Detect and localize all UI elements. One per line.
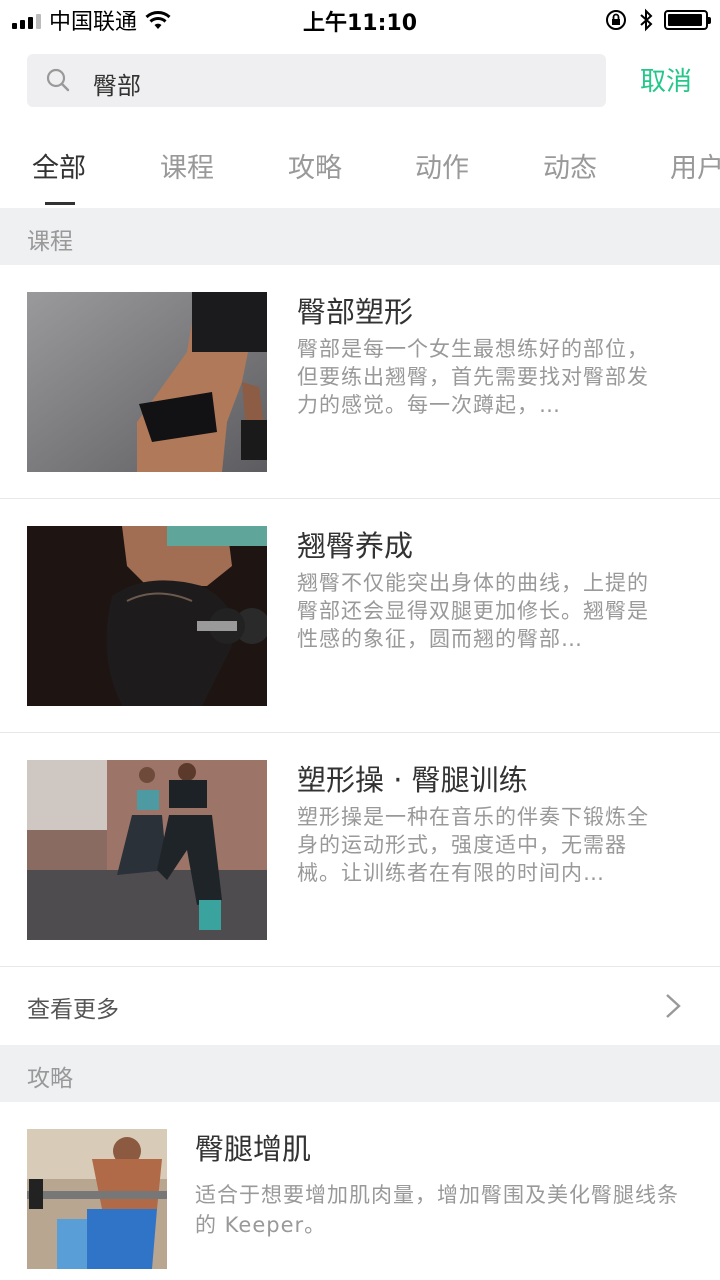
orientation-lock-icon <box>606 10 626 30</box>
view-more-courses[interactable]: 查看更多 <box>0 968 720 1044</box>
guide-title: 臀腿增肌 <box>195 1132 312 1166</box>
tab-active-indicator <box>45 202 75 205</box>
tab-guides[interactable]: 攻略 <box>288 146 342 185</box>
search-input[interactable]: 臀部 <box>27 54 606 107</box>
tab-users[interactable]: 用户 <box>670 146 720 185</box>
section-header-guides: 攻略 <box>0 1045 720 1102</box>
course-thumbnail <box>27 292 267 472</box>
course-item[interactable]: 臀部塑形 臀部是每一个女生最想练好的部位，但要练出翘臀，首先需要找对臀部发力的感… <box>0 265 720 499</box>
guide-thumbnail <box>27 1129 167 1269</box>
guide-item[interactable]: 臀腿增肌 适合于想要增加肌肉量，增加臀围及美化臀腿线条的 Keeper。 <box>0 1102 720 1280</box>
section-title: 课程 <box>27 229 73 255</box>
search-query-text: 臀部 <box>93 72 141 100</box>
course-title: 臀部塑形 <box>297 295 414 329</box>
bluetooth-icon <box>640 8 653 32</box>
tab-exercises[interactable]: 动作 <box>415 146 469 185</box>
course-description: 臀部是每一个女生最想练好的部位，但要练出翘臀，首先需要找对臀部发力的感觉。每一次… <box>297 337 649 417</box>
view-more-label: 查看更多 <box>27 997 119 1023</box>
guide-description: 适合于想要增加肌肉量，增加臀围及美化臀腿线条的 Keeper。 <box>195 1183 679 1237</box>
course-title: 翘臀养成 <box>297 529 414 563</box>
tab-all[interactable]: 全部 <box>32 146 86 185</box>
course-title: 塑形操 · 臀腿训练 <box>297 763 528 797</box>
cancel-button[interactable]: 取消 <box>626 62 706 102</box>
tab-courses[interactable]: 课程 <box>160 146 214 185</box>
section-title: 攻略 <box>27 1066 73 1092</box>
course-thumbnail <box>27 526 267 706</box>
course-thumbnail <box>27 760 267 940</box>
category-tabs: 全部 课程 攻略 动作 动态 用户 <box>0 130 720 206</box>
course-description: 翘臀不仅能突出身体的曲线，上提的臀部还会显得双腿更加修长。翘臀是性感的象征，圆而… <box>297 571 649 651</box>
divider <box>0 966 720 967</box>
course-item[interactable]: 翘臀养成 翘臀不仅能突出身体的曲线，上提的臀部还会显得双腿更加修长。翘臀是性感的… <box>0 499 720 733</box>
chevron-right-icon <box>666 994 681 1018</box>
section-header-courses: 课程 <box>0 208 720 265</box>
battery-icon <box>664 10 711 30</box>
status-bar: 中国联通 上午11:10 <box>0 0 720 40</box>
course-description: 塑形操是一种在音乐的伴奏下锻炼全身的运动形式，强度适中，无需器械。让训练者在有限… <box>297 805 649 885</box>
search-icon <box>46 68 70 92</box>
tab-feeds[interactable]: 动态 <box>543 146 597 185</box>
course-item[interactable]: 塑形操 · 臀腿训练 塑形操是一种在音乐的伴奏下锻炼全身的运动形式，强度适中，无… <box>0 733 720 967</box>
